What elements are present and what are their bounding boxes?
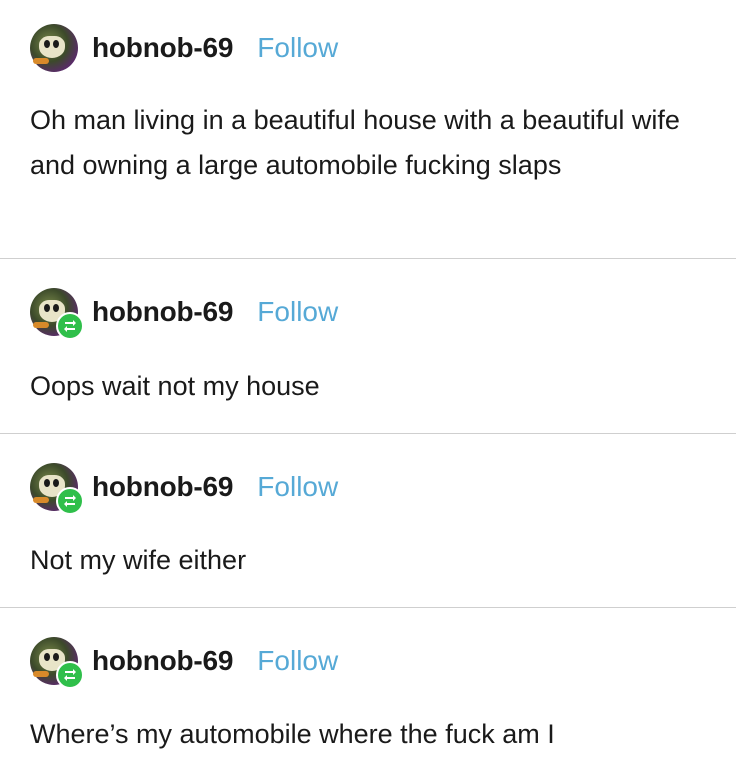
avatar-face [33,36,65,64]
reblog-icon [56,312,84,340]
avatar[interactable] [30,463,84,515]
post-text: Oops wait not my house [30,371,320,401]
username[interactable]: hobnob-69 [92,471,233,503]
follow-button[interactable]: Follow [257,32,338,64]
post-text: Where’s my automobile where the fuck am … [30,719,555,749]
username[interactable]: hobnob-69 [92,645,233,677]
reblog-icon [56,661,84,689]
follow-button[interactable]: Follow [257,645,338,677]
avatar[interactable] [30,288,84,340]
post-header: hobnob-69 Follow [30,637,338,689]
avatar[interactable] [30,24,78,72]
post-text: Oh man living in a beautiful house with … [30,105,680,180]
post-header: hobnob-69 Follow [30,463,338,515]
divider [0,433,736,434]
username[interactable]: hobnob-69 [92,296,233,328]
username[interactable]: hobnob-69 [92,32,233,64]
divider [0,258,736,259]
post-header: hobnob-69 Follow [30,24,338,72]
follow-button[interactable]: Follow [257,296,338,328]
post-text: Not my wife either [30,545,247,575]
post-header: hobnob-69 Follow [30,288,338,340]
avatar[interactable] [30,637,84,689]
divider [0,607,736,608]
follow-button[interactable]: Follow [257,471,338,503]
reblog-icon [56,487,84,515]
